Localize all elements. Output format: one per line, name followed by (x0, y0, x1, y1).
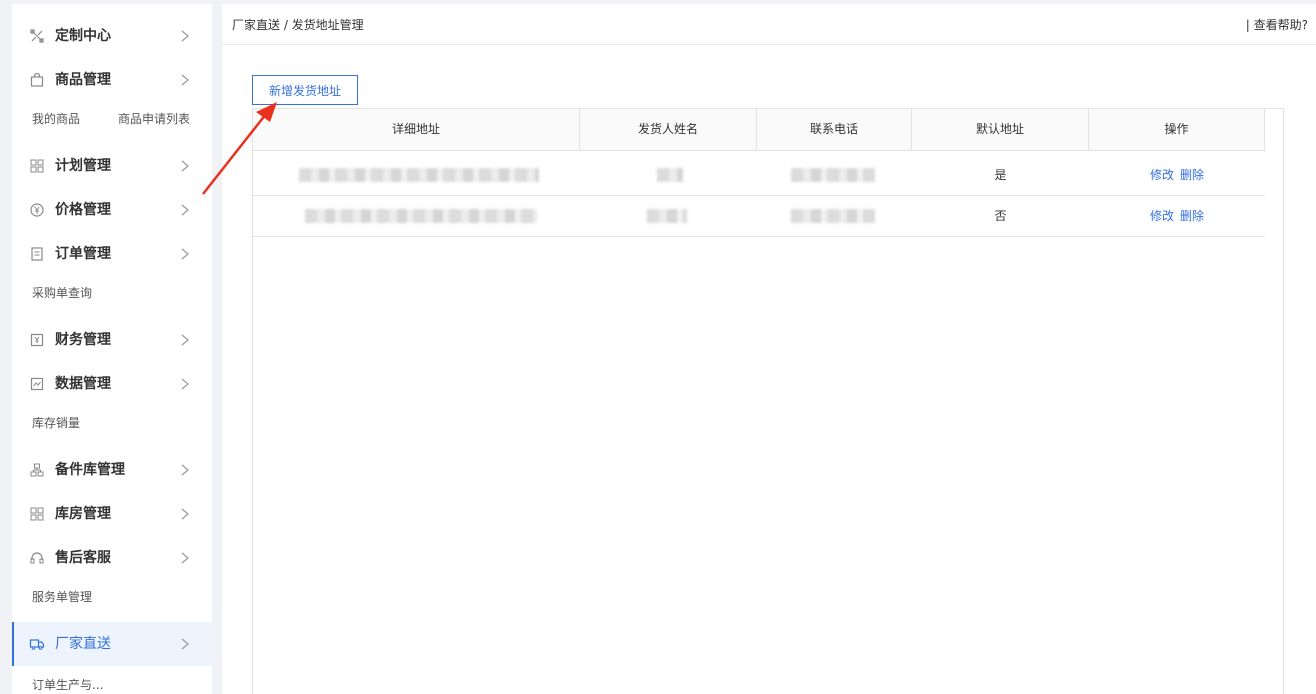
main-panel: 厂家直送 / 发货地址管理 | 查看帮助? 新增发货地址 详细地址 发货人姓名 … (222, 4, 1316, 694)
address-table: 详细地址 发货人姓名 联系电话 默认地址 操作 是 修改 删除 否 修改 删除 (252, 108, 1284, 694)
chevron-right-icon (178, 551, 192, 565)
menu-item-goods[interactable]: 商品管理 (12, 64, 212, 96)
menu-item-order[interactable]: 订单管理 (12, 238, 212, 270)
price-icon (29, 202, 45, 218)
help-link[interactable]: | 查看帮助? (1246, 16, 1308, 33)
delete-link[interactable]: 删除 (1180, 168, 1204, 182)
column-header-address: 详细地址 (253, 109, 580, 150)
warehouse-icon (29, 506, 45, 522)
menu-label: 定制中心 (55, 28, 111, 44)
menu-item-data[interactable]: 数据管理 (12, 368, 212, 400)
column-header-default: 默认地址 (912, 109, 1089, 150)
chevron-right-icon (178, 203, 192, 217)
menu-label: 数据管理 (55, 376, 111, 392)
menu-item-parts[interactable]: 备件库管理 (12, 454, 212, 486)
column-header-phone: 联系电话 (757, 109, 912, 150)
sub-link-goods-apply[interactable]: 商品申请列表 (118, 110, 190, 127)
order-icon (29, 246, 45, 262)
menu-label: 订单管理 (55, 246, 111, 262)
chevron-right-icon (178, 159, 192, 173)
chart-icon (29, 376, 45, 392)
header-divider (222, 44, 1316, 45)
menu-item-direct-delivery[interactable]: 厂家直送 (12, 622, 212, 666)
edit-link[interactable]: 修改 (1150, 209, 1174, 223)
finance-icon (29, 332, 45, 348)
row-actions: 修改 删除 (1089, 155, 1265, 195)
menu-item-plan[interactable]: 计划管理 (12, 150, 212, 182)
redacted-phone (791, 209, 875, 223)
menu-label: 库房管理 (55, 506, 111, 522)
sidebar: 定制中心 商品管理 我的商品 商品申请列表 计划管理 价格管理 订单管理 采购单… (12, 4, 212, 694)
row-actions: 修改 删除 (1089, 196, 1265, 236)
menu-item-price[interactable]: 价格管理 (12, 194, 212, 226)
breadcrumb: 厂家直送 / 发货地址管理 (232, 18, 364, 32)
shopping-bag-icon (29, 72, 45, 88)
tools-icon (29, 28, 45, 44)
chevron-right-icon (178, 73, 192, 87)
redacted-sender-name (657, 168, 683, 182)
redacted-address (305, 209, 537, 223)
delete-link[interactable]: 删除 (1180, 209, 1204, 223)
chevron-right-icon (178, 333, 192, 347)
menu-label: 备件库管理 (55, 462, 125, 478)
truck-icon (29, 636, 45, 652)
menu-item-after-sales[interactable]: 售后客服 (12, 542, 212, 574)
default-flag: 否 (994, 209, 1007, 223)
sub-link-order-production[interactable]: 订单生产与... (32, 676, 103, 693)
sub-link-service-orders[interactable]: 服务单管理 (32, 588, 92, 605)
redacted-address (299, 168, 539, 182)
annotation-arrow-icon (202, 102, 277, 195)
menu-item-warehouse[interactable]: 库房管理 (12, 498, 212, 530)
menu-label: 价格管理 (55, 202, 111, 218)
sub-link-stock-sales[interactable]: 库存销量 (32, 414, 80, 431)
chevron-right-icon (178, 377, 192, 391)
chevron-right-icon (178, 637, 192, 651)
parts-icon (29, 462, 45, 478)
menu-label: 商品管理 (55, 72, 111, 88)
table-row: 否 修改 删除 (253, 196, 1265, 237)
column-header-actions: 操作 (1089, 109, 1265, 150)
default-flag: 是 (994, 168, 1007, 182)
sub-link-my-goods[interactable]: 我的商品 (32, 110, 80, 127)
menu-label: 计划管理 (55, 158, 111, 174)
chevron-right-icon (178, 29, 192, 43)
sub-link-purchase-query[interactable]: 采购单查询 (32, 284, 92, 301)
redacted-sender-name (647, 209, 687, 223)
redacted-phone (791, 168, 875, 182)
grid-icon (29, 158, 45, 174)
chevron-right-icon (178, 507, 192, 521)
table-header: 详细地址 发货人姓名 联系电话 默认地址 操作 (253, 109, 1265, 151)
menu-label: 财务管理 (55, 332, 111, 348)
headset-icon (29, 550, 45, 566)
chevron-right-icon (178, 463, 192, 477)
chevron-right-icon (178, 247, 192, 261)
menu-label: 售后客服 (55, 550, 111, 566)
table-row: 是 修改 删除 (253, 155, 1265, 196)
edit-link[interactable]: 修改 (1150, 168, 1174, 182)
menu-item-finance[interactable]: 财务管理 (12, 324, 212, 356)
column-header-sender: 发货人姓名 (580, 109, 757, 150)
menu-label: 厂家直送 (55, 636, 111, 652)
menu-item-custom-center[interactable]: 定制中心 (12, 20, 212, 52)
